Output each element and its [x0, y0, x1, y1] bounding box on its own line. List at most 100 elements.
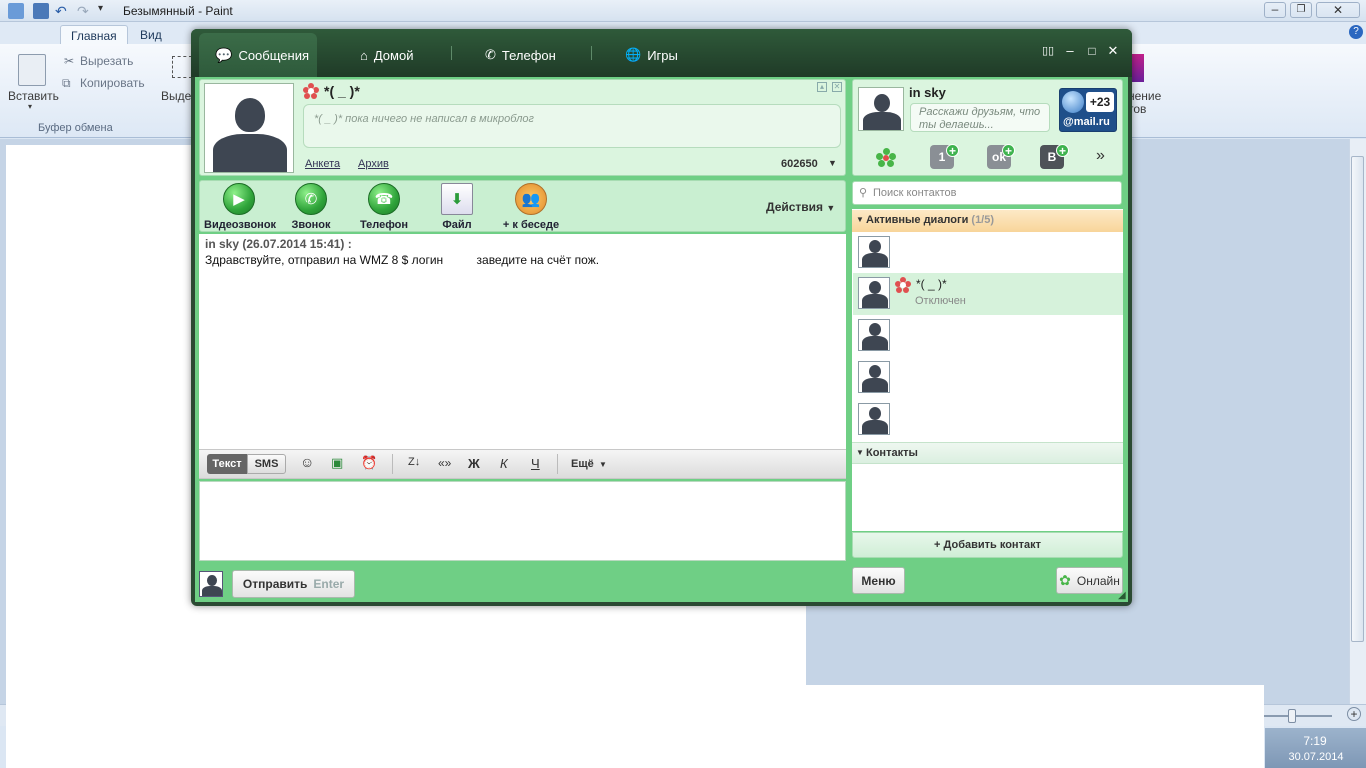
add-to-chat-button[interactable]: 👥 + к беседе: [496, 183, 566, 231]
close-card-icon[interactable]: ✕: [832, 82, 842, 92]
add-icon[interactable]: +: [1002, 144, 1015, 157]
actions-dropdown[interactable]: Действия ▼: [766, 200, 835, 214]
tab-phone[interactable]: ✆ Телефон: [485, 34, 556, 76]
file-label: Файл: [442, 219, 472, 231]
menu-button[interactable]: Меню: [852, 567, 905, 594]
tab-home[interactable]: Главная: [60, 25, 128, 44]
sms-mode-button[interactable]: SMS: [247, 454, 286, 474]
mail-ru-widget[interactable]: +23 @mail.ru: [1059, 88, 1117, 132]
zoom-slider[interactable]: [1262, 715, 1332, 717]
chat-history[interactable]: in sky (26.07.2014 15:41) : Здравствуйте…: [199, 234, 846, 449]
call-button[interactable]: ✆ Звонок: [276, 183, 346, 231]
mail-ru-logo: @mail.ru: [1063, 116, 1110, 128]
zoom-slider-thumb[interactable]: [1288, 709, 1296, 723]
close-icon[interactable]: ✕: [1106, 44, 1120, 58]
house-icon: ⌂: [360, 47, 368, 63]
my-avatar[interactable]: [858, 87, 904, 131]
maximize-button[interactable]: ❐: [1290, 2, 1312, 18]
underline-button[interactable]: Ч: [531, 456, 540, 471]
paste-dropdown-icon[interactable]: ▾: [28, 102, 32, 111]
contacts-header[interactable]: ▼ Контакты: [852, 442, 1123, 464]
status-input[interactable]: Расскажи друзьям, что ты делаешь...: [910, 103, 1050, 132]
my-avatar-small[interactable]: [199, 571, 223, 597]
send-button[interactable]: Отправить Enter: [232, 570, 355, 598]
paste-button[interactable]: Вставить: [8, 89, 59, 103]
cut-button[interactable]: Вырезать: [80, 54, 133, 68]
contact-avatar[interactable]: [204, 83, 294, 173]
clock-date[interactable]: 30.07.2014: [1281, 751, 1351, 763]
message-input[interactable]: [199, 481, 846, 561]
italic-button[interactable]: К: [500, 456, 508, 471]
contact-uin[interactable]: 602650: [781, 158, 818, 170]
paste-icon[interactable]: [18, 54, 46, 86]
tab-home[interactable]: ⌂ Домой: [360, 34, 413, 76]
save-icon[interactable]: [33, 3, 49, 19]
microblog-text: *( _ )* пока ничего не написал в микробл…: [314, 113, 534, 125]
maximize-icon[interactable]: □: [1085, 44, 1099, 58]
select-icon[interactable]: [172, 56, 192, 78]
clock-time[interactable]: 7:19: [1290, 734, 1340, 748]
avatar-body: [863, 112, 901, 130]
tab-games[interactable]: 🌐 Игры: [625, 34, 678, 76]
speech-bubble-icon: 💬: [215, 46, 233, 63]
vertical-scrollbar-thumb[interactable]: [1351, 156, 1364, 642]
close-button[interactable]: ✕: [1316, 2, 1360, 18]
dialog-item[interactable]: [853, 232, 1123, 274]
alarm-clock-icon[interactable]: ⏰: [361, 455, 377, 471]
toolbar-divider: [557, 454, 558, 474]
add-contact-button[interactable]: + Добавить контакт: [852, 532, 1123, 558]
select-button[interactable]: Выде: [161, 89, 191, 103]
phone-icon: ✆: [485, 47, 496, 62]
dialog-item[interactable]: [853, 315, 1123, 357]
more-networks-icon[interactable]: »: [1096, 147, 1105, 165]
dialog-item[interactable]: [853, 357, 1123, 399]
dialog-status: Отключен: [915, 295, 966, 307]
bold-button[interactable]: Ж: [468, 456, 480, 471]
add-icon[interactable]: +: [1056, 144, 1069, 157]
globe-icon: 🌐: [625, 47, 642, 62]
contact-search[interactable]: ⚲ Поиск контактов: [852, 181, 1122, 205]
handset-icon: ✆: [295, 183, 327, 215]
phone-button[interactable]: ☎ Телефон: [349, 183, 419, 231]
icq-flower-icon[interactable]: [876, 148, 896, 168]
avatar-head: [235, 98, 265, 132]
edit-colors-label: нение: [1128, 89, 1162, 103]
minimize-icon[interactable]: –: [1063, 44, 1077, 58]
copy-button[interactable]: Копировать: [80, 76, 145, 90]
profile-link[interactable]: Анкета: [305, 158, 340, 170]
minimize-button[interactable]: –: [1264, 2, 1286, 18]
redo-icon[interactable]: ↷: [77, 3, 93, 19]
undo-icon[interactable]: ↶: [55, 3, 71, 19]
avatar-body: [202, 586, 222, 596]
mail-counter-badge: +23: [1086, 92, 1114, 112]
my-name[interactable]: in sky: [909, 85, 946, 100]
compact-mode-icon[interactable]: ▯▯: [1041, 44, 1055, 58]
resize-grip-icon[interactable]: ◢: [1118, 590, 1126, 601]
zoom-in-icon[interactable]: +: [1347, 707, 1361, 721]
help-icon[interactable]: ?: [1349, 25, 1363, 39]
uin-dropdown-icon[interactable]: ▼: [828, 158, 837, 168]
tab-view[interactable]: Вид: [130, 25, 172, 44]
video-call-button[interactable]: ▶ Видеозвонок: [204, 183, 276, 231]
collapse-card-icon[interactable]: ▴: [817, 82, 827, 92]
smiley-icon[interactable]: ☺: [300, 454, 314, 470]
text-mode-button[interactable]: Текст: [207, 454, 247, 474]
dialog-item[interactable]: [853, 399, 1123, 441]
tab-messages[interactable]: 💬 Сообщения: [199, 33, 317, 77]
active-dialogs-header[interactable]: ▼ Активные диалоги (1/5): [852, 210, 1123, 232]
quotes-button[interactable]: «»: [438, 456, 451, 470]
translit-icon[interactable]: Z↓: [408, 456, 420, 468]
qat-dropdown-icon[interactable]: ▾: [98, 3, 114, 19]
online-status-button[interactable]: ✿ Онлайн: [1056, 567, 1123, 594]
archive-link[interactable]: Архив: [358, 158, 389, 170]
tv-icon[interactable]: ▣: [331, 455, 343, 471]
file-button[interactable]: ⬇ Файл: [422, 183, 492, 231]
compose-toolbar: [199, 449, 846, 479]
chevron-down-icon[interactable]: ▼: [599, 460, 607, 469]
tab-games-label: Игры: [647, 47, 678, 63]
add-icon[interactable]: +: [946, 144, 959, 157]
paint-app-icon: [8, 3, 24, 19]
more-formatting-button[interactable]: Ещё: [571, 458, 594, 470]
dialog-item-selected[interactable]: *( _ )* Отключен: [853, 273, 1123, 315]
offline-flower-icon: [895, 277, 911, 293]
